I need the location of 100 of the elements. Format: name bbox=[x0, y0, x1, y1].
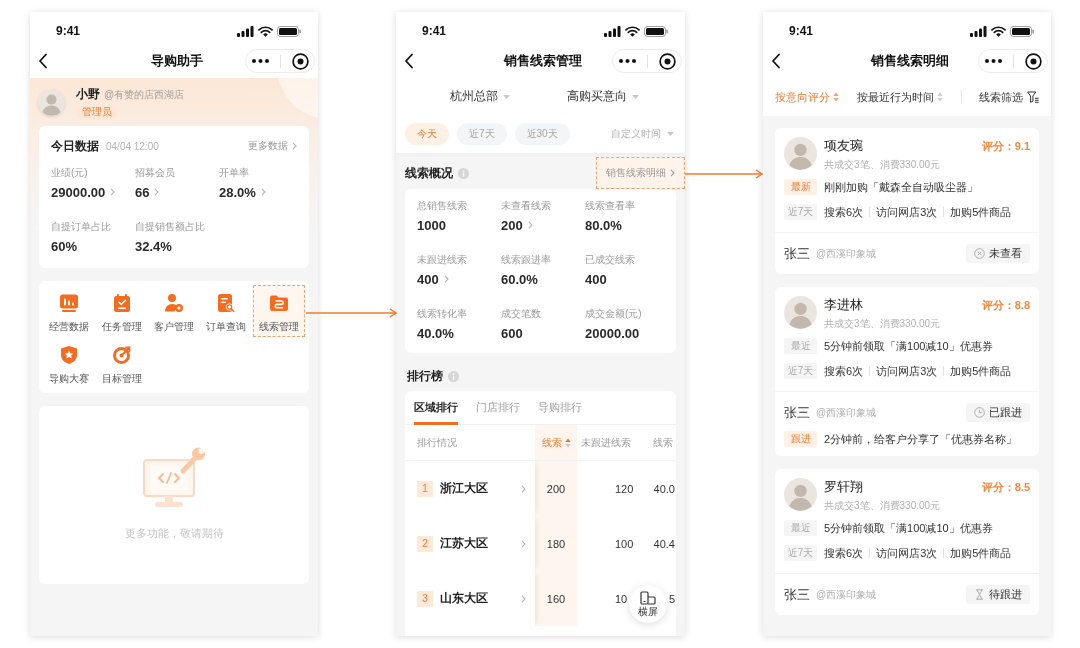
update-time: 04/04 12:00 bbox=[106, 140, 159, 152]
circle-dot-icon[interactable] bbox=[1024, 52, 1042, 70]
store-name: @有赞的店西湖店 bbox=[104, 87, 185, 102]
circle-dot-icon[interactable] bbox=[291, 52, 309, 70]
status-time: 9:41 bbox=[789, 24, 814, 38]
activity-text: 搜索6次 bbox=[824, 545, 864, 561]
more-icon[interactable] bbox=[251, 59, 269, 63]
activity-text: 访问网店3次 bbox=[876, 363, 938, 379]
metric-value: 200 bbox=[501, 217, 523, 233]
activity-text: 5分钟前领取「满100减10」优惠券 bbox=[824, 338, 993, 354]
metric-label: 线索跟进率 bbox=[501, 253, 552, 267]
activity-text: 刚刚加购「戴森全自动吸尘器」 bbox=[824, 179, 978, 195]
region-name[interactable]: 浙江大区 bbox=[440, 480, 488, 497]
avatar-icon bbox=[784, 296, 817, 329]
rank-number: 2 bbox=[417, 535, 433, 552]
calendar-check-icon bbox=[111, 293, 132, 313]
more-icon[interactable] bbox=[984, 59, 1002, 63]
menu-item[interactable]: 任务管理 bbox=[95, 285, 148, 337]
rank-number: 3 bbox=[417, 590, 433, 607]
menu-item[interactable]: 客户管理 bbox=[147, 285, 201, 337]
lead-summary: 共成交3笔、消费330.00元 bbox=[824, 317, 942, 331]
avatar-icon bbox=[784, 137, 817, 170]
activity-text: 加购5件商品 bbox=[950, 204, 1012, 220]
time-tag: 近7天 bbox=[784, 545, 817, 561]
time-tag: 跟进 bbox=[784, 431, 817, 447]
lead-card[interactable]: 罗轩翔 共成交3笔、消费330.00元 评分：8.5 最近 5分钟前领取「满100减10」优惠券 近7天 搜索6次 访问网店3次 加购5件商品 张三 @西溪印象城 待跟进 bbox=[775, 469, 1039, 615]
activity-text: 搜索6次 bbox=[824, 363, 864, 379]
metric-value: 400 bbox=[417, 271, 439, 287]
time-tag: 近7天 bbox=[784, 204, 817, 220]
owner-store: @西溪印象城 bbox=[816, 246, 877, 261]
sort-icon bbox=[833, 92, 839, 102]
lead-name: 项友琬 bbox=[824, 137, 864, 155]
lead-name: 罗轩翔 bbox=[824, 478, 864, 496]
lead-score: 评分：8.5 bbox=[981, 480, 1030, 495]
activity-text: 访问网店3次 bbox=[876, 204, 938, 220]
metric-value: 1000 bbox=[417, 217, 446, 233]
metric-label: 未查看线索 bbox=[501, 199, 552, 213]
region-name[interactable]: 江苏大区 bbox=[440, 535, 488, 552]
owner-name: 张三 bbox=[784, 244, 810, 263]
filter-icon bbox=[1027, 91, 1039, 103]
metric-value: 28.0% bbox=[219, 184, 256, 200]
metric-value: 600 bbox=[501, 325, 523, 341]
status-time: 9:41 bbox=[56, 24, 81, 38]
hourglass-icon bbox=[974, 589, 985, 600]
metric-value: 66 bbox=[135, 184, 150, 200]
menu-item[interactable]: 经营数据 bbox=[43, 285, 96, 337]
back-icon[interactable] bbox=[404, 53, 414, 69]
page-title: 导购助手 bbox=[150, 52, 203, 70]
lead-card[interactable]: 项友琬 共成交3笔、消费330.00元 评分：9.1 最新 刚刚加购「戴森全自动吸尘器」 近7天 搜索6次 访问网店3次 加购5件商品 张三 @西溪印象城 未查看 bbox=[775, 128, 1039, 274]
section-title: 排行榜 bbox=[407, 367, 443, 385]
menu-item[interactable]: 线索管理 bbox=[252, 285, 305, 337]
wifi-icon bbox=[258, 25, 273, 37]
time-tag: 最新 bbox=[784, 179, 817, 195]
battery-icon bbox=[644, 25, 668, 37]
info-icon bbox=[448, 370, 459, 382]
lead-card[interactable]: 李进林 共成交3笔、消费330.00元 评分：8.8 最近 5分钟前领取「满100减10」优惠券 近7天 搜索6次 访问网店3次 加购5件商品 张三 @西溪印象城 已跟进 跟进 2分钟前，给客户分享了「优惠券名称」 bbox=[775, 287, 1039, 456]
metric-label: 已成交线索 bbox=[585, 253, 636, 267]
metric-label: 线索转化率 bbox=[417, 307, 468, 321]
menu-item[interactable]: 订单查询 bbox=[200, 285, 253, 337]
avatar-icon bbox=[38, 88, 65, 116]
section-title: 线索概况 bbox=[405, 164, 453, 182]
table-cell: 100 bbox=[615, 537, 634, 550]
signal-icon bbox=[604, 25, 621, 37]
metric-value: 400 bbox=[585, 271, 607, 287]
metric-label: 线索查看率 bbox=[585, 199, 636, 213]
menu-item[interactable]: 导购大赛 bbox=[43, 337, 96, 389]
metric-label: 招募会员 bbox=[135, 166, 176, 180]
lead-summary: 共成交3笔、消费330.00元 bbox=[824, 499, 942, 513]
more-icon[interactable] bbox=[618, 59, 636, 63]
back-icon[interactable] bbox=[771, 53, 781, 69]
sort-option[interactable]: 按最近行为时间 bbox=[857, 89, 943, 105]
table-cell: 40.0 bbox=[653, 482, 675, 495]
back-icon[interactable] bbox=[38, 53, 48, 69]
signal-icon bbox=[970, 25, 987, 37]
dropdown[interactable]: 高购买意向 bbox=[567, 88, 639, 105]
lead-score: 评分：9.1 bbox=[981, 139, 1030, 154]
circle-dot-icon[interactable] bbox=[658, 52, 676, 70]
folder-icon bbox=[268, 293, 289, 313]
page-title: 销售线索明细 bbox=[870, 52, 949, 70]
table-cell: 160 bbox=[546, 592, 566, 605]
metric-label: 自提订单占比 bbox=[51, 220, 112, 234]
caret-down-icon bbox=[632, 94, 639, 99]
table-cell: 200 bbox=[546, 482, 566, 495]
chevron-right-icon bbox=[670, 169, 675, 177]
owner-name: 张三 bbox=[784, 403, 810, 422]
activity-text: 访问网店3次 bbox=[876, 545, 938, 561]
table-cell: 40.4 bbox=[653, 537, 675, 550]
metric-label: 成交金额(元) bbox=[585, 307, 643, 321]
page-title: 销售线索管理 bbox=[504, 52, 582, 70]
activity-text: 搜索6次 bbox=[824, 204, 864, 220]
activity-text: 加购5件商品 bbox=[950, 545, 1012, 561]
table-cell: 120 bbox=[615, 482, 634, 495]
table-cell: 5 bbox=[668, 592, 675, 605]
bar-chart-icon bbox=[59, 293, 80, 313]
table-cell: 10 bbox=[615, 592, 628, 605]
menu-item[interactable]: 目标管理 bbox=[95, 337, 148, 389]
dropdown[interactable]: 杭州总部 bbox=[450, 88, 510, 105]
time-tag: 最近 bbox=[784, 520, 817, 536]
lead-filter-button[interactable]: 线索筛选 bbox=[979, 89, 1039, 105]
region-name[interactable]: 山东大区 bbox=[440, 590, 488, 607]
